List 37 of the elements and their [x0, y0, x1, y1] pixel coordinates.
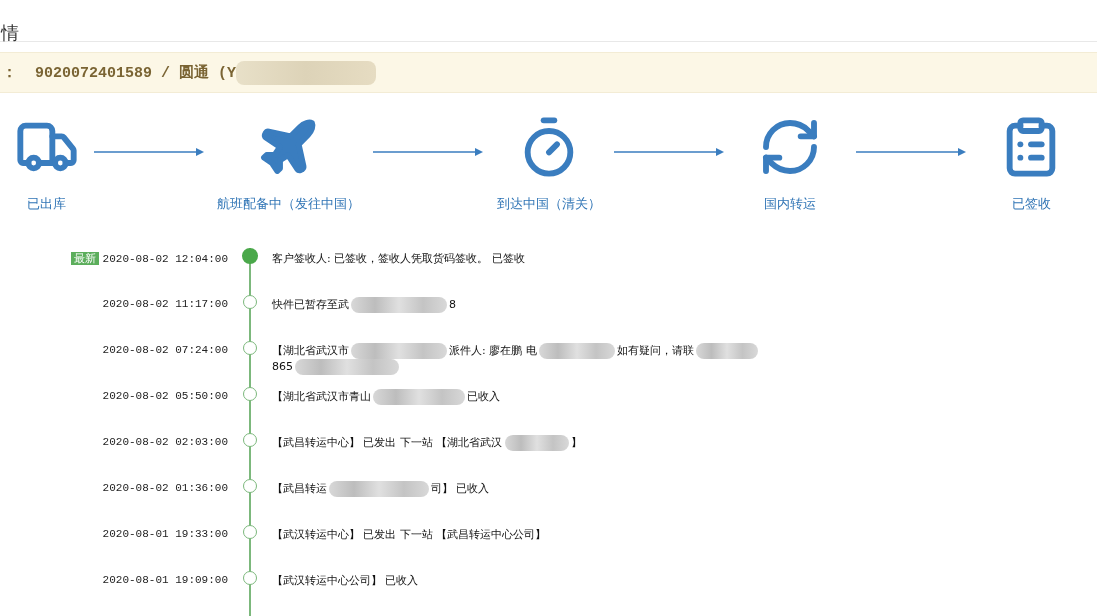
event-text: 】: [570, 435, 582, 451]
tracking-number: ： 9020072401589 / 圆通 (Y: [2, 63, 237, 82]
step-label: 航班配备中（发往中国）: [216, 195, 360, 214]
event-time: 2020-08-02 05:50:00: [102, 390, 228, 402]
page-title: 情: [1, 22, 19, 41]
step-label: 已签收: [1011, 195, 1051, 214]
arrow-icon: [614, 147, 725, 158]
event-text: 【武汉转运中心】 已发出 下一站 【武昌转运中心公司】: [272, 527, 547, 543]
step-label: 到达中国（清关）: [496, 195, 601, 214]
arrow-icon: [93, 147, 204, 158]
event-text: 【武昌转运中心】 已发出 下一站 【湖北省武汉: [272, 435, 503, 451]
redaction-blur: [504, 435, 569, 451]
event-text: 【武昌转运: [272, 481, 327, 497]
event-text: 司】 已收入: [431, 481, 490, 497]
event-text: 快件已暂存至武: [272, 297, 349, 313]
event-text: 派件人: 廖在鹏 电: [449, 343, 537, 359]
latest-badge: 最新: [70, 252, 99, 265]
arrow-icon: [372, 147, 483, 158]
event-text: 已收入: [467, 389, 500, 405]
event-time: 2020-08-01 19:33:00: [102, 528, 228, 540]
arrow-icon: [855, 147, 966, 158]
event-text: 865: [272, 359, 293, 375]
event-time: 2020-08-01 19:09:00: [102, 574, 228, 586]
event-text: 【武汉转运中心公司】 已收入: [272, 573, 419, 589]
step-label: 国内转运: [763, 195, 816, 214]
step-label: 已出库: [27, 195, 67, 214]
event-text: 【湖北省武汉市青山: [272, 389, 371, 405]
event-time: 2020-08-02 12:04:00: [102, 252, 228, 265]
event-time: 2020-08-02 01:36:00: [102, 482, 228, 494]
event-time: 2020-08-02 02:03:00: [102, 436, 228, 448]
event-time: 2020-08-02 07:24:00: [102, 344, 228, 356]
event-text: 客户签收人: 已签收，签收人凭取货码签收。 已签收: [272, 251, 525, 267]
event-text: 【湖北省武汉市: [272, 343, 349, 359]
event-time: 2020-08-02 11:17:00: [102, 298, 228, 310]
event-text: 8: [449, 297, 456, 313]
event-text: 如有疑问，请联: [616, 343, 694, 359]
redaction-blur: [695, 343, 758, 359]
